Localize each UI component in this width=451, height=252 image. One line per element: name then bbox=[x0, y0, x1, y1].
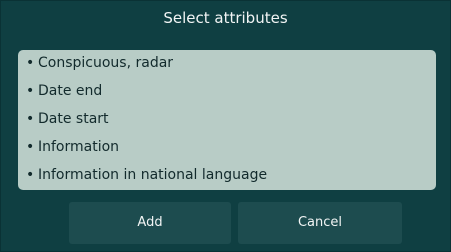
list-item[interactable]: • Information bbox=[26, 135, 119, 159]
bullet-icon: • bbox=[26, 83, 35, 99]
bullet-icon: • bbox=[26, 139, 35, 155]
bullet-icon: • bbox=[26, 167, 35, 183]
bullet-icon: • bbox=[26, 111, 35, 127]
cancel-button[interactable]: Cancel bbox=[238, 202, 402, 244]
add-button[interactable]: Add bbox=[69, 202, 231, 244]
list-item[interactable]: • Conspicuous, radar bbox=[26, 51, 173, 75]
list-item[interactable]: • Date end bbox=[26, 79, 102, 103]
list-item[interactable]: • Information in national language bbox=[26, 163, 267, 187]
dialog-title: Select attributes bbox=[163, 9, 288, 27]
list-item-label: Information in national language bbox=[38, 167, 268, 183]
list-item-label: Date end bbox=[38, 83, 103, 99]
list-item-label: Conspicuous, radar bbox=[38, 55, 174, 71]
list-item-label: Date start bbox=[38, 111, 109, 127]
attribute-list[interactable]: • Conspicuous, radar • Date end • Date star… bbox=[18, 50, 436, 190]
bullet-icon: • bbox=[26, 55, 35, 71]
list-item-label: Information bbox=[38, 139, 120, 155]
list-item[interactable]: • Date start bbox=[26, 107, 109, 131]
select-attributes-dialog: Select attributes • Conspicuous, radar • D… bbox=[0, 0, 451, 252]
